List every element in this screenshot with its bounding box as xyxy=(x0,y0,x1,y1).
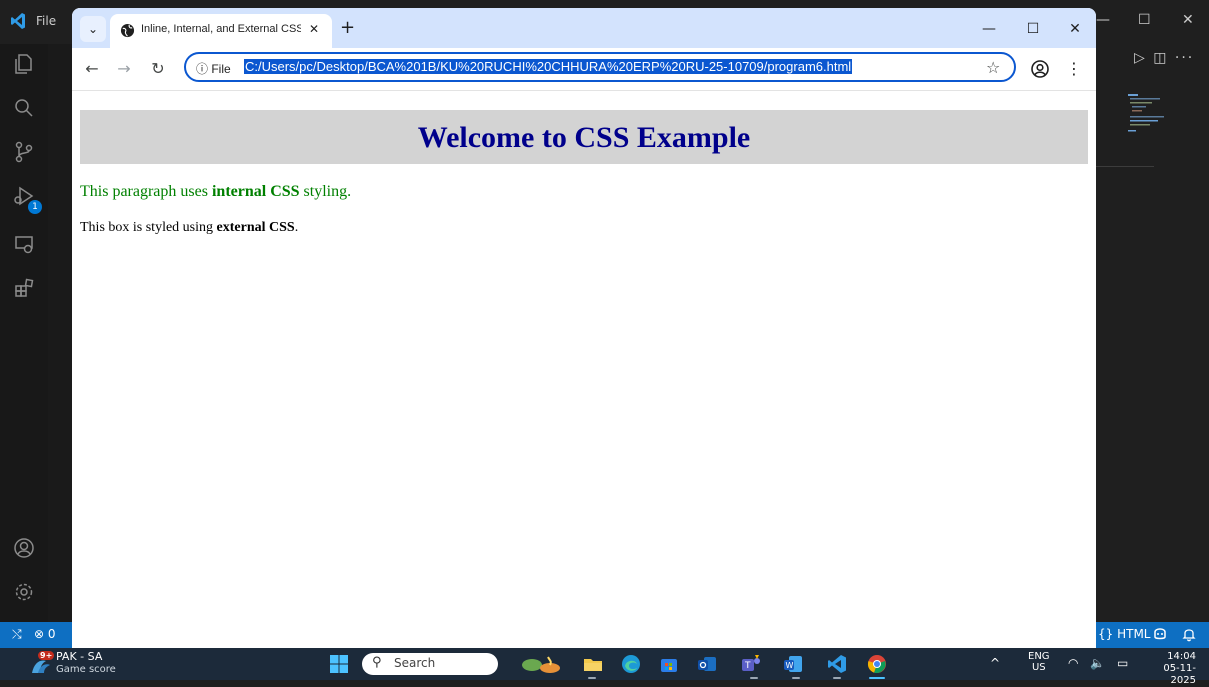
url-text[interactable]: C:/Users/pc/Desktop/BCA%201B/KU%20RUCHI%… xyxy=(244,59,853,74)
running-indicator xyxy=(588,677,596,679)
remote-explorer-icon[interactable] xyxy=(12,232,36,256)
weather-badge: 9+ xyxy=(38,651,55,660)
para2-prefix: This box is styled using xyxy=(80,220,217,235)
address-bar[interactable]: ⓘ File C:/Users/pc/Desktop/BCA%201B/KU%2… xyxy=(184,52,1016,82)
editor-actions[interactable]: ▷ ◫ ··· xyxy=(1134,50,1194,66)
windows-taskbar: 9+ PAK - SA Game score ⚲ Search T W ^ EN… xyxy=(0,648,1209,686)
tab-close-icon[interactable]: ✕ xyxy=(306,21,322,37)
language-mode[interactable]: {} HTML xyxy=(1098,627,1150,641)
running-indicator xyxy=(833,677,841,679)
vscode-close-button[interactable]: ✕ xyxy=(1182,12,1194,28)
browser-maximize-button[interactable]: ☐ xyxy=(1018,18,1048,40)
para1-prefix: This paragraph uses xyxy=(80,183,212,200)
clock[interactable]: 14:04 05-11-2025 xyxy=(1140,651,1196,687)
divider xyxy=(1096,166,1154,167)
site-info-button[interactable]: ⓘ File xyxy=(196,60,231,77)
tab-search-button[interactable]: ⌄ xyxy=(80,16,106,42)
back-button[interactable]: ← xyxy=(80,57,104,81)
accounts-icon[interactable] xyxy=(12,536,36,560)
problems-indicator[interactable]: ⊗ 0 xyxy=(34,627,56,641)
page-heading: Welcome to CSS Example xyxy=(80,110,1088,164)
browser-minimize-button[interactable]: — xyxy=(974,18,1004,40)
lang-line1: ENG xyxy=(1028,651,1050,662)
microsoft-store-icon[interactable] xyxy=(658,653,680,675)
vscode-taskbar-icon[interactable] xyxy=(826,653,848,675)
globe-icon xyxy=(120,23,135,38)
bookmark-star-icon[interactable]: ☆ xyxy=(986,58,1004,77)
para1-suffix: styling. xyxy=(299,183,352,200)
network-volume-battery-icons[interactable]: ◠ 🔈 ▭ xyxy=(1068,656,1132,670)
internal-css-paragraph: This paragraph uses internal CSS styling… xyxy=(80,183,351,201)
browser-close-button[interactable]: ✕ xyxy=(1060,18,1090,40)
menu-dots-icon[interactable]: ⋮ xyxy=(1062,57,1086,81)
new-tab-button[interactable]: + xyxy=(340,18,355,38)
vscode-maximize-button[interactable]: ☐ xyxy=(1138,12,1151,28)
forward-button[interactable]: → xyxy=(112,57,136,81)
running-indicator xyxy=(750,677,758,679)
diwali-widget-icon[interactable] xyxy=(520,653,562,675)
manage-gear-icon[interactable] xyxy=(12,580,36,604)
active-app-indicator xyxy=(869,677,885,679)
outlook-icon[interactable] xyxy=(696,653,718,675)
tab-strip: ⌄ Inline, Internal, and External CSS ✕ +… xyxy=(72,8,1096,48)
word-icon[interactable]: W xyxy=(782,653,804,675)
running-indicator xyxy=(792,677,800,679)
menu-file[interactable]: File xyxy=(36,14,56,28)
weather-title[interactable]: PAK - SA xyxy=(56,650,102,663)
browser-window: ⌄ Inline, Internal, and External CSS ✕ +… xyxy=(72,8,1096,648)
browser-toolbar: ← → ↻ ⓘ File C:/Users/pc/Desktop/BCA%201… xyxy=(72,48,1096,91)
clock-date: 05-11-2025 xyxy=(1163,663,1196,686)
svg-text:W: W xyxy=(786,661,794,670)
para2-bold: external CSS xyxy=(216,220,295,235)
input-language[interactable]: ENG US xyxy=(1028,651,1050,673)
teams-icon[interactable]: T xyxy=(740,653,762,675)
tab-title: Inline, Internal, and External CSS xyxy=(141,23,301,35)
para1-bold: internal CSS xyxy=(211,183,300,200)
reload-button[interactable]: ↻ xyxy=(146,57,170,81)
debug-badge: 1 xyxy=(28,200,42,214)
search-icon[interactable] xyxy=(12,96,36,120)
extensions-icon[interactable] xyxy=(12,276,36,300)
edge-browser-icon[interactable] xyxy=(620,653,642,675)
external-css-box: This box is styled using external CSS. xyxy=(80,220,298,236)
source-control-icon[interactable] xyxy=(12,140,36,164)
taskbar-search-box[interactable]: ⚲ Search xyxy=(362,653,498,675)
weather-subtitle: Game score xyxy=(56,664,116,675)
taskbar-search-placeholder: Search xyxy=(394,656,436,670)
windows-start-icon[interactable] xyxy=(330,655,348,673)
activity-bar xyxy=(0,44,48,622)
vscode-minimize-button[interactable]: — xyxy=(1096,12,1110,28)
chrome-taskbar-icon[interactable] xyxy=(866,653,888,675)
page-viewport: Welcome to CSS Example This paragraph us… xyxy=(72,91,1096,648)
show-hidden-icons-button[interactable]: ^ xyxy=(990,656,1000,670)
profile-icon[interactable] xyxy=(1030,59,1050,79)
minimap xyxy=(1128,94,1164,132)
active-tab[interactable]: Inline, Internal, and External CSS ✕ xyxy=(110,14,332,48)
explorer-icon[interactable] xyxy=(12,52,36,76)
copilot-icon[interactable] xyxy=(1152,626,1168,642)
vscode-logo-icon xyxy=(11,13,25,29)
svg-text:T: T xyxy=(744,661,751,671)
remote-indicator[interactable]: ⤭ xyxy=(12,627,22,642)
para2-suffix: . xyxy=(294,220,299,235)
clock-time: 14:04 xyxy=(1167,651,1196,662)
search-icon: ⚲ xyxy=(372,655,382,670)
lang-line2: US xyxy=(1031,662,1046,673)
file-explorer-icon[interactable] xyxy=(582,653,604,675)
notifications-bell-icon[interactable] xyxy=(1182,626,1196,642)
